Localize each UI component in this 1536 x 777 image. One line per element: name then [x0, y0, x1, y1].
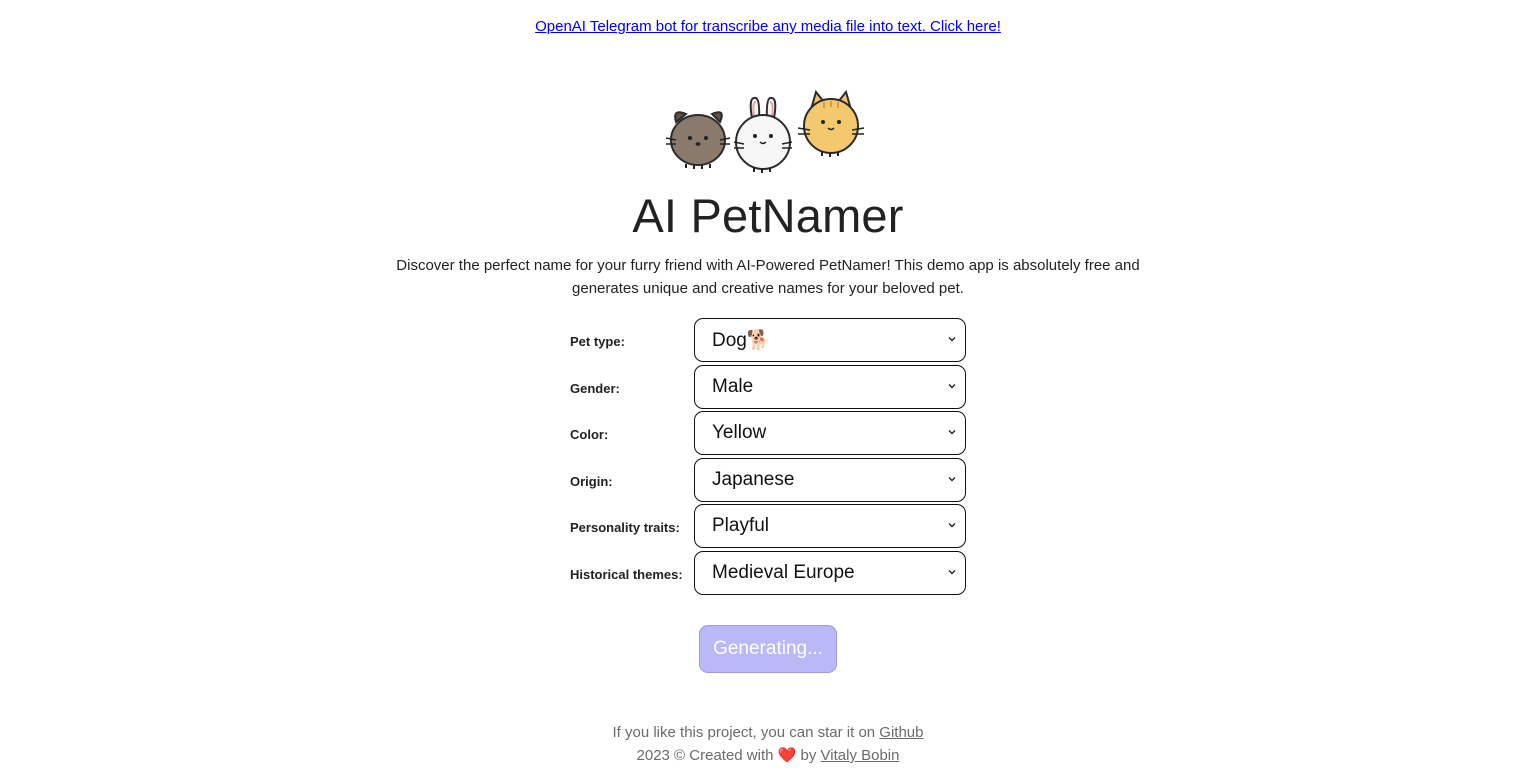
pet-mascots-illustration — [665, 89, 865, 173]
origin-label: Origin: — [570, 473, 613, 489]
dog-mascot-icon — [665, 111, 731, 169]
telegram-bot-link[interactable]: OpenAI Telegram bot for transcribe any m… — [535, 18, 1001, 35]
footer-line-credits: 2023 © Created with ❤️ by Vitaly Bobin — [0, 744, 1536, 767]
page-title: AI PetNamer — [632, 189, 904, 242]
personality-traits-select[interactable]: Playful — [694, 504, 966, 548]
gender-select[interactable]: Male — [694, 364, 966, 409]
form-row-pet-type: Pet type: Dog🐕 — [570, 318, 970, 365]
bunny-mascot-icon — [733, 96, 793, 173]
generate-button[interactable]: Generating... — [699, 625, 837, 673]
pet-name-form: Pet type: Dog🐕 Gender: Male Color: Yello… — [570, 318, 970, 597]
chevron-down-icon — [948, 383, 956, 388]
gender-label: Gender: — [570, 380, 620, 396]
chevron-down-icon — [948, 569, 956, 574]
chevron-down-icon — [948, 430, 956, 435]
pet-type-select[interactable]: Dog🐕 — [694, 318, 966, 362]
page-description: Discover the perfect name for your furry… — [396, 257, 1140, 297]
form-row-personality: Personality traits: Playful — [570, 504, 970, 551]
color-value: Yellow — [712, 422, 767, 443]
origin-value: Japanese — [712, 468, 795, 490]
chevron-down-icon — [948, 337, 956, 342]
gender-value: Male — [712, 375, 754, 397]
historical-themes-value: Medieval Europe — [712, 561, 855, 583]
footer-by-text: by — [796, 747, 821, 764]
footer-line-github: If you like this project, you can star i… — [0, 721, 1536, 744]
pet-type-value: Dog🐕 — [712, 330, 771, 351]
author-link[interactable]: Vitaly Bobin — [821, 747, 900, 764]
chevron-down-icon — [948, 476, 956, 481]
origin-select[interactable]: Japanese — [694, 457, 966, 502]
footer-github-text: If you like this project, you can star i… — [612, 724, 880, 741]
pet-type-label: Pet type: — [570, 334, 625, 349]
personality-traits-value: Playful — [712, 515, 770, 536]
footer: If you like this project, you can star i… — [0, 721, 1536, 767]
form-row-gender: Gender: Male — [570, 364, 970, 412]
form-row-historical: Historical themes: Medieval Europe — [570, 550, 970, 598]
color-select[interactable]: Yellow — [694, 411, 966, 455]
form-row-color: Color: Yellow — [570, 411, 970, 458]
chevron-down-icon — [948, 523, 956, 528]
historical-themes-select[interactable]: Medieval Europe — [694, 550, 966, 595]
footer-credits-text: 2023 © Created with — [636, 747, 778, 764]
top-banner: OpenAI Telegram bot for transcribe any m… — [0, 18, 1536, 35]
historical-themes-label: Historical themes: — [570, 566, 683, 582]
github-link[interactable]: Github — [879, 724, 923, 741]
heart-icon: ❤️ — [777, 747, 797, 764]
color-label: Color: — [570, 427, 609, 442]
personality-traits-label: Personality traits: — [570, 520, 680, 535]
cat-mascot-icon — [797, 89, 865, 157]
form-row-origin: Origin: Japanese — [570, 457, 970, 505]
